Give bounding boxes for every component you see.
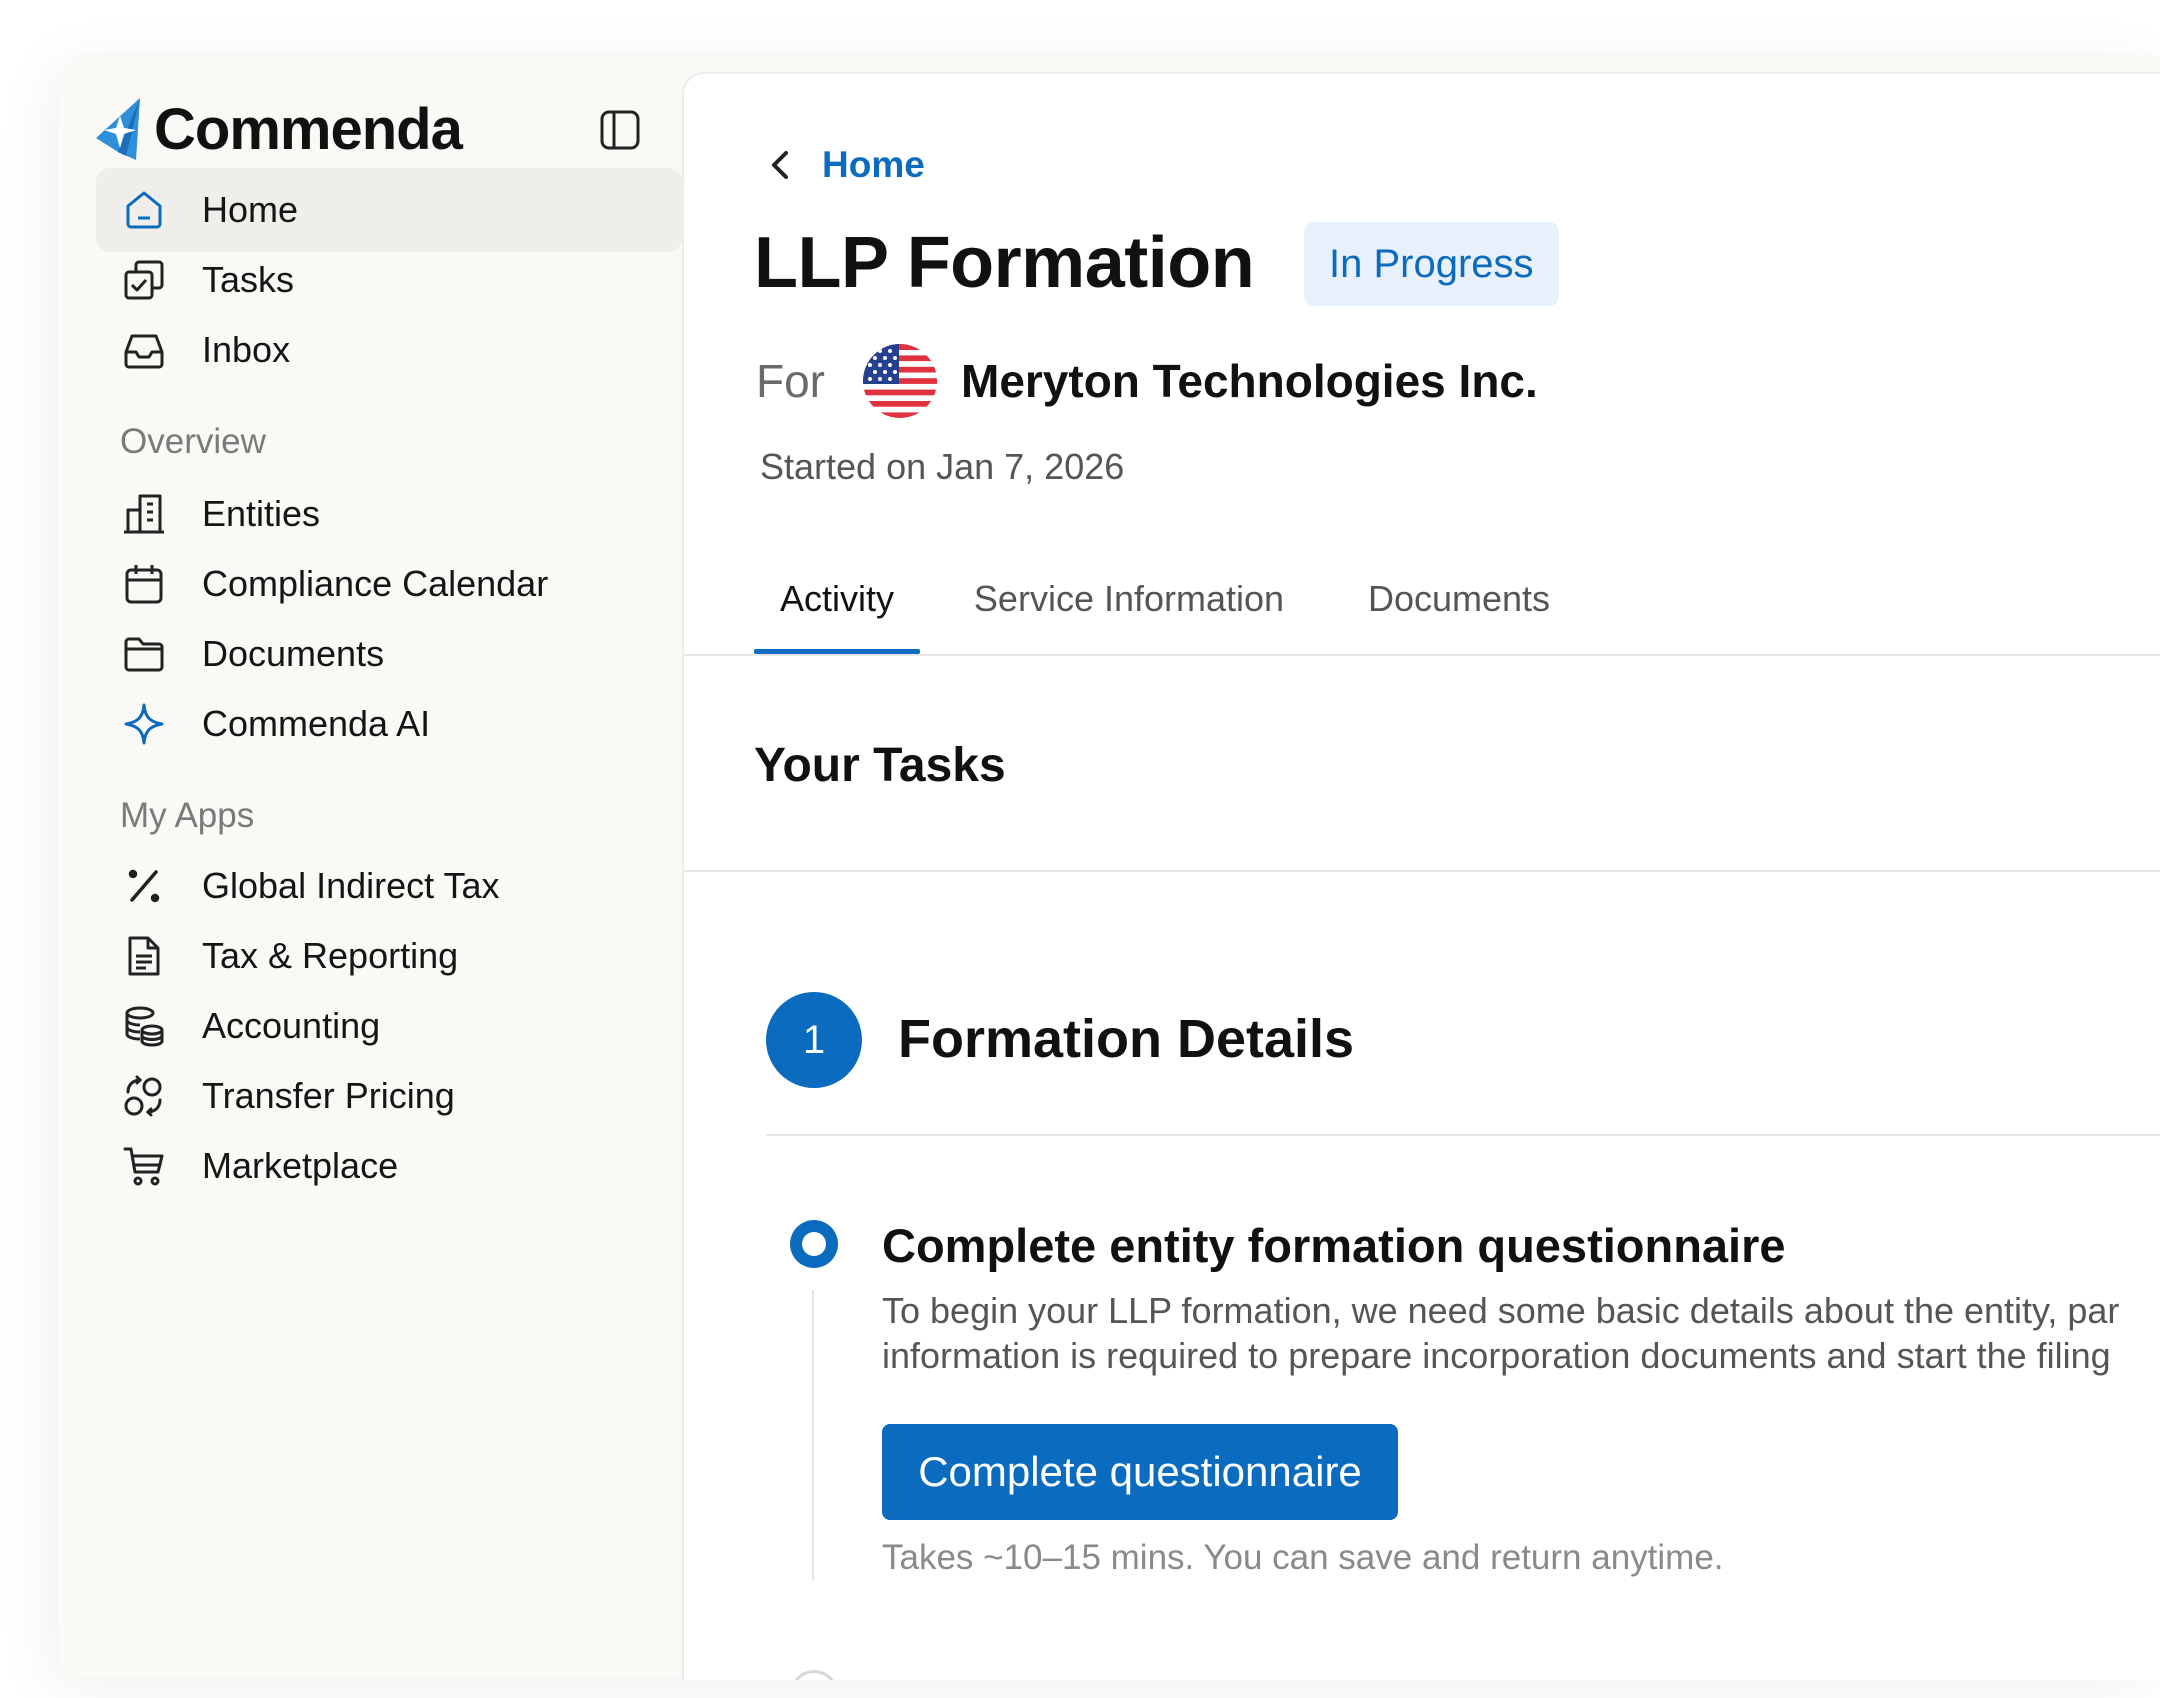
sidebar-item-label: Home (202, 189, 299, 230)
task-description-line: To begin your LLP formation, we need som… (882, 1290, 2120, 1331)
entity-row: For Meryton Technologies Inc. (756, 344, 1538, 418)
sidebar-item-label: Accounting (202, 1005, 381, 1046)
task-description: To begin your LLP formation, we need som… (882, 1288, 2119, 1378)
back-link[interactable]: Home (766, 144, 925, 186)
task-title: Complete entity formation questionnaire (882, 1219, 1786, 1272)
transfer-icon (120, 1072, 168, 1120)
step-title: Formation Details (898, 1009, 1355, 1069)
sidebar-item-label: Entities (202, 493, 321, 534)
commenda-logo-icon (96, 97, 140, 160)
section-label-my-apps: My Apps (120, 796, 255, 835)
step-number-badge: 1 (766, 992, 862, 1088)
sidebar-item-label: Commenda AI (202, 703, 431, 744)
sidebar-item-label: Compliance Calendar (202, 563, 549, 604)
sparkle-icon (120, 700, 168, 748)
tab-activity[interactable]: Activity (754, 574, 920, 654)
folder-icon (120, 630, 168, 678)
tab-documents[interactable]: Documents (1346, 574, 1572, 654)
section-title-your-tasks: Your Tasks (754, 739, 1006, 792)
sidebar-item-label: Inbox (202, 329, 291, 370)
next-task-radio[interactable] (790, 1670, 838, 1680)
sidebar-item-label: Global Indirect Tax (202, 865, 500, 906)
sidebar-item-label: Documents (202, 633, 385, 674)
for-label: For (756, 355, 825, 407)
step-divider (766, 1134, 2160, 1136)
sidebar-item-label: Tasks (202, 259, 295, 300)
task-hint: Takes ~10–15 mins. You can save and retu… (882, 1538, 1724, 1577)
document-icon (120, 932, 168, 980)
us-flag-icon (863, 344, 937, 418)
cart-icon (120, 1142, 168, 1190)
back-link-label: Home (822, 144, 925, 185)
tasks-icon (120, 256, 168, 304)
main-panel: Home LLP Formation In Progress For Meryt… (682, 72, 2160, 1680)
building-icon (120, 490, 168, 538)
brand-logo[interactable]: Commenda (96, 96, 463, 163)
tab-bar: Activity Service Information Documents (754, 574, 2160, 654)
task-description-line: information is required to prepare incor… (882, 1335, 2111, 1376)
brand-name: Commenda (154, 97, 463, 162)
home-icon (120, 186, 168, 234)
company-name[interactable]: Meryton Technologies Inc. (961, 354, 1538, 408)
page-title: LLP Formation (754, 223, 1255, 303)
chevron-left-icon (772, 151, 788, 179)
started-date: Started on Jan 7, 2026 (760, 446, 1125, 487)
sidebar-item-label: Marketplace (202, 1145, 399, 1186)
tab-service-information[interactable]: Service Information (964, 574, 1294, 654)
sidebar: Commenda Home Tasks Inbox Overview Entit… (58, 56, 682, 1678)
tab-divider (684, 654, 2160, 656)
sidebar-item-label: Tax & Reporting (202, 935, 459, 976)
calendar-icon (120, 560, 168, 608)
sidebar-item-inbox[interactable]: Inbox (96, 308, 682, 392)
task-status-radio[interactable] (790, 1220, 838, 1268)
section-label-overview: Overview (120, 422, 266, 461)
inbox-icon (120, 326, 168, 374)
task-timeline-line (812, 1290, 814, 1580)
section-divider (684, 870, 2160, 872)
sidebar-item-marketplace[interactable]: Marketplace (96, 1124, 682, 1208)
status-badge: In Progress (1304, 222, 1559, 306)
percent-icon (120, 862, 168, 910)
coins-icon (120, 1002, 168, 1050)
sidebar-item-label: Transfer Pricing (202, 1075, 455, 1116)
complete-questionnaire-button[interactable]: Complete questionnaire (882, 1424, 1398, 1520)
sidebar-toggle-icon[interactable] (596, 106, 644, 154)
sidebar-item-commenda-ai[interactable]: Commenda AI (96, 682, 682, 766)
